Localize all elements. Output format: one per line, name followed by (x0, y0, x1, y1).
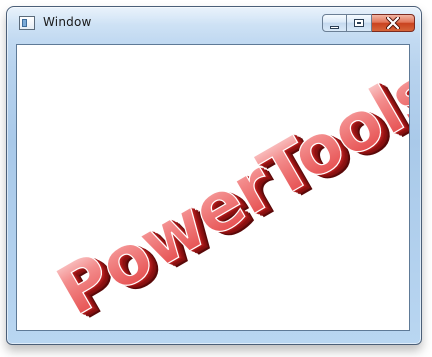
maximize-icon (347, 15, 371, 31)
close-button[interactable] (372, 14, 415, 32)
client-area: PowerTools PowerTools PowerTools PowerTo… (16, 44, 410, 331)
title-bar[interactable]: Window (7, 7, 421, 39)
close-icon (372, 15, 414, 31)
window-title: Window (43, 15, 92, 29)
minimize-icon (323, 15, 346, 31)
minimize-button[interactable] (322, 14, 347, 32)
maximize-button[interactable] (347, 14, 372, 32)
app-window: Window PowerTools PowerTools PowerTools … (6, 6, 422, 345)
window-icon[interactable] (19, 16, 35, 30)
powertools-3d-logo: PowerTools PowerTools PowerTools PowerTo… (43, 51, 410, 331)
caption-buttons (322, 14, 415, 32)
logo-text: PowerTools (44, 52, 410, 331)
